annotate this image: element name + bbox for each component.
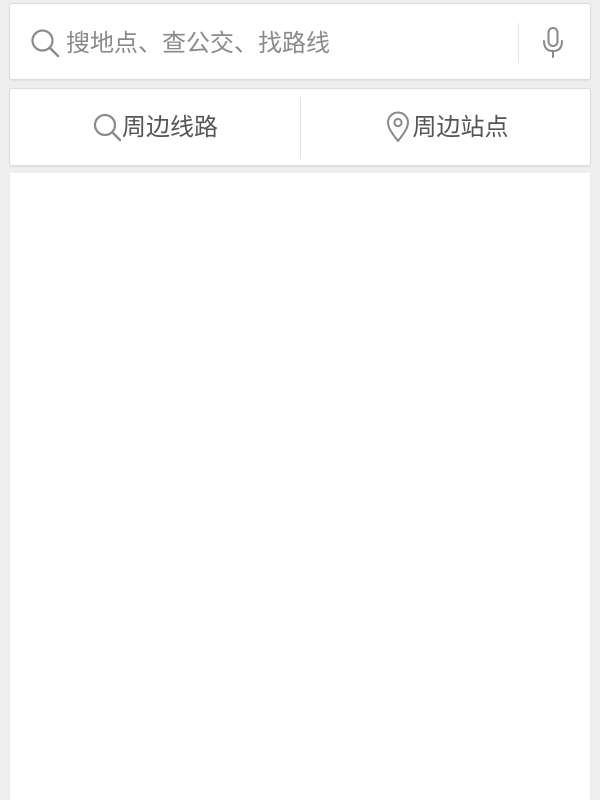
content-panel (9, 173, 591, 800)
search-divider (518, 23, 519, 63)
map-pin-icon (383, 111, 413, 143)
search-icon (30, 28, 60, 58)
nearby-stations-button[interactable]: 周边站点 (301, 89, 590, 165)
microphone-icon[interactable] (540, 26, 566, 60)
nearby-stations-label: 周边站点 (412, 113, 509, 141)
nearby-routes-label: 周边线路 (122, 113, 218, 141)
nearby-routes-button[interactable]: 周边线路 (10, 89, 300, 165)
search-bar[interactable]: 搜地点、查公交、找路线 (9, 3, 591, 80)
nearby-bar: 周边线路 周边站点 (9, 88, 591, 166)
search-icon (92, 111, 122, 143)
search-input[interactable]: 搜地点、查公交、找路线 (66, 26, 330, 60)
